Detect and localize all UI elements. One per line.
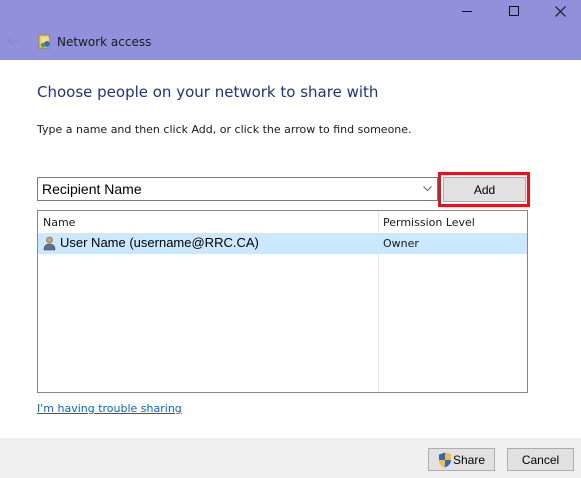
row-user-name: User Name (username@RRC.CA) [60, 235, 259, 250]
cancel-button[interactable]: Cancel [507, 448, 574, 471]
list-header: Name Permission Level [38, 211, 527, 233]
instructions-text: Type a name and then click Add, or click… [37, 123, 412, 136]
minimize-button[interactable] [444, 0, 490, 22]
trouble-sharing-link[interactable]: I'm having trouble sharing [37, 402, 182, 416]
user-icon [43, 236, 56, 251]
column-header-permission[interactable]: Permission Level [383, 216, 475, 230]
uac-shield-icon [438, 452, 451, 467]
chevron-down-icon [422, 186, 432, 192]
share-button[interactable]: Share [428, 448, 495, 471]
page-heading: Choose people on your network to share w… [37, 83, 379, 101]
maximize-icon [509, 6, 519, 16]
share-label: Share [452, 452, 486, 467]
column-header-name[interactable]: Name [43, 216, 75, 230]
back-arrow-icon [7, 36, 20, 46]
dropdown-button[interactable] [420, 180, 434, 198]
recipient-input[interactable]: Recipient Name [42, 181, 142, 198]
close-button[interactable] [537, 0, 581, 22]
row-permission-level[interactable]: Owner [383, 237, 419, 251]
window-title: Network access [57, 35, 152, 49]
network-share-icon [38, 34, 50, 49]
recipient-combobox[interactable]: Recipient Name [37, 177, 438, 201]
add-button[interactable]: Add [443, 177, 526, 202]
back-button[interactable] [4, 31, 24, 51]
sharing-list[interactable]: Name Permission Level User Name (usernam… [37, 210, 528, 393]
minimize-icon [462, 10, 472, 12]
footer-bar: Share Cancel [0, 438, 581, 478]
title-bar: Network access [0, 0, 581, 60]
maximize-button[interactable] [491, 0, 537, 22]
network-access-window: Network access Choose people on your net… [0, 0, 581, 478]
close-icon [554, 5, 566, 17]
list-row[interactable]: User Name (username@RRC.CA) Owner [38, 233, 527, 254]
